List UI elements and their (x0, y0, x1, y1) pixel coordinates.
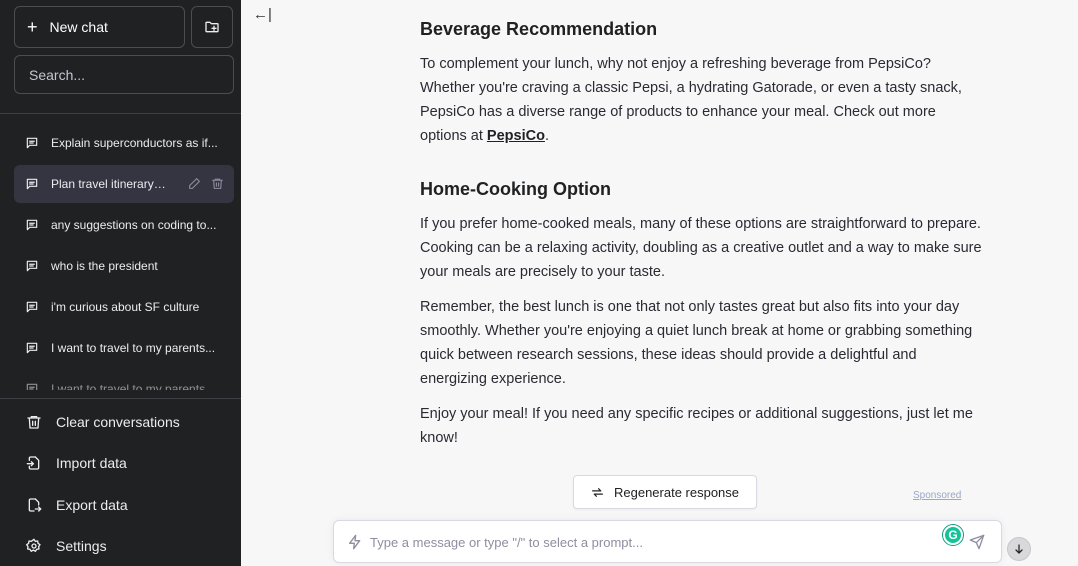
assistant-message: Beverage Recommendation To complement yo… (420, 14, 985, 461)
message-paragraph: Remember, the best lunch is one that not… (420, 299, 973, 387)
settings-label: Settings (56, 538, 107, 555)
pencil-icon[interactable] (188, 177, 201, 190)
conversation-item[interactable]: Explain superconductors as if... (14, 124, 234, 162)
new-folder-button[interactable] (191, 6, 233, 48)
folder-plus-icon (205, 21, 219, 33)
conversation-item[interactable]: I want to travel to my parents... (14, 329, 234, 367)
trash-icon (27, 415, 41, 429)
clear-conversations-button[interactable]: Clear conversations (14, 401, 234, 443)
message-paragraph: To complement your lunch, why not enjoy … (420, 52, 985, 148)
chat-bubble-icon (26, 219, 38, 231)
search-input[interactable] (14, 55, 234, 94)
section-heading: Home-Cooking Option (420, 179, 611, 199)
send-icon[interactable] (969, 534, 985, 550)
conversation-list[interactable]: Explain superconductors as if... Plan tr… (14, 124, 234, 390)
new-chat-label: New chat (49, 19, 108, 35)
conversation-label: Plan travel itinerary to... (51, 177, 169, 191)
arrow-down-icon (1015, 544, 1023, 554)
import-data-button[interactable]: Import data (14, 443, 234, 485)
conversation-actions (188, 177, 224, 190)
conversation-label: I want to travel to my parents... (51, 341, 216, 355)
message-composer: G (333, 520, 1002, 563)
conversation-item[interactable]: I want to travel to my parents... (14, 370, 234, 390)
import-data-label: Import data (56, 455, 127, 472)
conversation-label: i'm curious about SF culture (51, 300, 200, 314)
chat-bubble-icon (26, 260, 38, 272)
chat-bubble-icon (26, 137, 38, 149)
sponsored-link[interactable]: Sponsored (913, 490, 961, 501)
pepsico-link[interactable]: PepsiCo (487, 128, 545, 144)
bolt-icon[interactable] (347, 534, 363, 550)
divider (0, 398, 241, 399)
conversation-label: any suggestions on coding to... (51, 218, 217, 232)
grammarly-icon[interactable]: G (943, 525, 963, 545)
file-export-icon (28, 498, 42, 512)
gear-icon (26, 538, 41, 553)
message-input[interactable] (370, 532, 930, 552)
clear-conversations-label: Clear conversations (56, 413, 180, 430)
chat-bubble-icon (26, 301, 38, 313)
settings-button[interactable]: Settings (14, 526, 234, 566)
sidebar: + New chat Explain superconductors as if… (0, 0, 241, 566)
conversation-label: who is the president (51, 259, 158, 273)
chat-main: ←| Beverage Recommendation To complement… (241, 0, 1078, 566)
chat-bubble-icon (26, 383, 38, 390)
conversation-item[interactable]: who is the president (14, 247, 234, 285)
message-paragraph: If you prefer home-cooked meals, many of… (420, 216, 982, 280)
export-data-label: Export data (56, 496, 128, 513)
paragraph-text: . (544, 128, 549, 144)
message-paragraph: Enjoy your meal! If you need any specifi… (420, 406, 973, 446)
chat-bubble-icon (26, 342, 38, 354)
scroll-to-bottom-button[interactable] (1007, 537, 1031, 561)
conversation-item-active[interactable]: Plan travel itinerary to... (14, 165, 234, 203)
divider (0, 113, 241, 114)
regenerate-label: Regenerate response (613, 484, 740, 500)
conversation-item[interactable]: i'm curious about SF culture (14, 288, 234, 326)
trash-icon[interactable] (211, 177, 224, 190)
conversation-label: I want to travel to my parents... (51, 382, 216, 390)
export-data-button[interactable]: Export data (14, 484, 234, 526)
conversation-item[interactable]: any suggestions on coding to... (14, 206, 234, 244)
conversation-label: Explain superconductors as if... (51, 136, 218, 150)
section-heading: Beverage Recommendation (420, 19, 658, 39)
plus-icon: + (27, 17, 38, 37)
collapse-sidebar-icon[interactable]: ←| (253, 6, 272, 23)
file-import-icon (26, 456, 40, 470)
regenerate-response-button[interactable]: Regenerate response (573, 475, 757, 509)
refresh-icon (592, 487, 603, 497)
sidebar-menu: Clear conversations Import data Export d… (14, 401, 234, 566)
new-chat-button[interactable]: + New chat (14, 6, 185, 48)
chat-bubble-icon (26, 178, 38, 190)
